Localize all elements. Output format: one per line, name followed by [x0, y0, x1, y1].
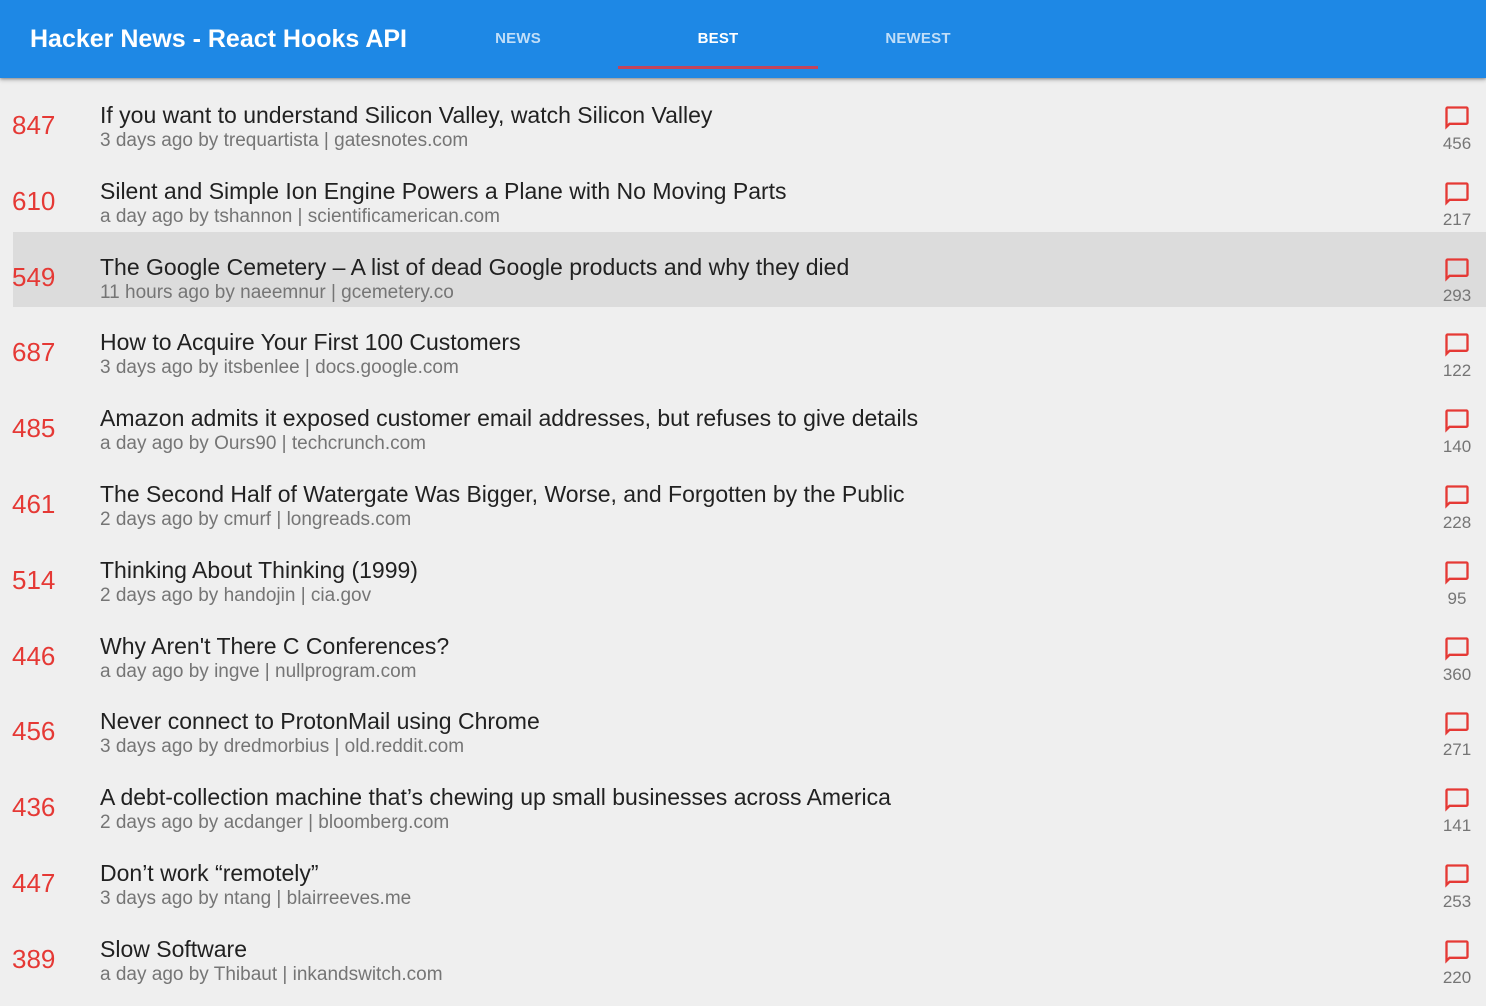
comment-count: 360	[1442, 664, 1472, 684]
comment-count: 220	[1442, 967, 1472, 987]
comments-button[interactable]: 141	[1432, 786, 1482, 836]
story-title-link[interactable]: If you want to understand Silicon Valley…	[100, 100, 712, 130]
story-meta: 2 days ago by acdanger | bloomberg.com	[100, 812, 450, 834]
story-list: 847 If you want to understand Silicon Val…	[0, 80, 1486, 990]
story-meta: 2 days ago by handojin | cia.gov	[100, 584, 372, 606]
comment-icon	[1445, 636, 1469, 661]
story-score: 456	[12, 716, 56, 747]
comment-icon	[1445, 257, 1469, 282]
story-meta: 3 days ago by ntang | blairreeves.me	[100, 887, 412, 909]
comments-button[interactable]: 293	[1432, 256, 1482, 306]
comment-count: 140	[1442, 437, 1472, 457]
story-row[interactable]: 514 Thinking About Thinking (1999) 2 days …	[0, 535, 1486, 611]
comments-button[interactable]: 271	[1432, 710, 1482, 760]
story-row[interactable]: 610 Silent and Simple Ion Engine Powers a…	[0, 156, 1486, 232]
story-row[interactable]: 447 Don’t work “remotely” 3 days ago by nt…	[0, 838, 1486, 914]
story-score: 461	[12, 488, 56, 519]
story-score: 485	[12, 413, 56, 444]
story-row[interactable]: 687 How to Acquire Your First 100 Custome…	[0, 307, 1486, 383]
comments-button[interactable]: 217	[1432, 180, 1482, 230]
comments-button[interactable]: 228	[1432, 483, 1482, 533]
story-score: 447	[12, 867, 56, 898]
tab-newest[interactable]: NEWEST	[818, 0, 1018, 78]
comments-button[interactable]: 253	[1432, 862, 1482, 912]
story-meta: 3 days ago by itsbenlee | docs.google.co…	[100, 357, 459, 379]
comment-count: 122	[1442, 361, 1472, 381]
story-score: 549	[12, 261, 56, 292]
comment-icon	[1445, 485, 1469, 509]
comment-icon	[1445, 864, 1469, 888]
story-title-link[interactable]: A debt-collection machine that’s chewing…	[100, 782, 891, 812]
story-meta: a day ago by ingve | nullprogram.com	[100, 660, 417, 682]
story-score: 687	[12, 337, 56, 368]
comment-icon	[1445, 333, 1469, 358]
comment-count: 293	[1442, 285, 1472, 305]
story-score: 610	[12, 185, 56, 216]
comments-button[interactable]: 140	[1432, 407, 1482, 457]
story-title-link[interactable]: Thinking About Thinking (1999)	[100, 555, 418, 585]
story-title-link[interactable]: How to Acquire Your First 100 Customers	[100, 327, 521, 357]
comment-count: 253	[1442, 891, 1472, 911]
comment-icon	[1445, 788, 1469, 812]
story-title-link[interactable]: Slow Software	[100, 934, 247, 964]
comment-icon	[1445, 182, 1469, 206]
story-row[interactable]: 461 The Second Half of Watergate Was Bigg…	[0, 459, 1486, 535]
comments-button[interactable]: 360	[1432, 635, 1482, 685]
app-bar: Hacker News - React Hooks API NEWS BEST …	[0, 0, 1486, 78]
tab-news[interactable]: NEWS	[418, 0, 618, 78]
story-title-link[interactable]: Don’t work “remotely”	[100, 858, 319, 888]
story-score: 446	[12, 640, 56, 671]
story-title-link[interactable]: The Google Cemetery – A list of dead Goo…	[100, 252, 849, 282]
story-row[interactable]: 549 The Google Cemetery – A list of dead …	[0, 231, 1486, 308]
comments-button[interactable]: 456	[1432, 104, 1482, 154]
active-tab-indicator	[618, 66, 818, 69]
comment-count: 95	[1447, 588, 1467, 608]
story-row[interactable]: 456 Never connect to ProtonMail using Chr…	[0, 686, 1486, 762]
story-row[interactable]: 485 Amazon admits it exposed customer ema…	[0, 383, 1486, 459]
comments-button[interactable]: 95	[1432, 559, 1482, 609]
comments-button[interactable]: 220	[1432, 938, 1482, 988]
story-meta: 11 hours ago by naeemnur | gcemetery.co	[100, 281, 454, 303]
comment-count: 141	[1442, 816, 1472, 836]
story-score: 389	[12, 943, 56, 974]
comment-icon	[1445, 940, 1469, 964]
story-title-link[interactable]: Never connect to ProtonMail using Chrome	[100, 706, 540, 736]
story-title-link[interactable]: Amazon admits it exposed customer email …	[100, 403, 918, 433]
story-row[interactable]: 389 Slow Software a day ago by Thibaut | i…	[0, 914, 1486, 990]
app-title: Hacker News - React Hooks API	[30, 25, 408, 53]
story-row[interactable]: 436 A debt-collection machine that’s chew…	[0, 762, 1486, 838]
story-score: 436	[12, 792, 56, 823]
comment-icon	[1445, 106, 1469, 130]
story-title-link[interactable]: Why Aren't There C Conferences?	[100, 631, 449, 661]
story-meta: a day ago by tshannon | scientificameric…	[100, 205, 500, 227]
story-meta: a day ago by Ours90 | techcrunch.com	[100, 433, 426, 455]
story-meta: a day ago by Thibaut | inkandswitch.com	[100, 963, 443, 985]
comment-icon	[1445, 561, 1469, 585]
comment-count: 271	[1442, 740, 1472, 760]
comment-icon	[1445, 409, 1469, 433]
comment-count: 456	[1442, 134, 1472, 153]
comment-count: 217	[1442, 209, 1472, 229]
comments-button[interactable]: 122	[1432, 331, 1482, 381]
comment-icon	[1445, 712, 1469, 737]
story-row[interactable]: 446 Why Aren't There C Conferences? a day …	[0, 611, 1486, 687]
story-meta: 2 days ago by cmurf | longreads.com	[100, 508, 412, 530]
story-score: 514	[12, 564, 56, 595]
story-meta: 3 days ago by trequartista | gatesnotes.…	[100, 130, 469, 151]
comment-count: 228	[1442, 512, 1472, 532]
story-title-link[interactable]: Silent and Simple Ion Engine Powers a Pl…	[100, 176, 787, 206]
story-row[interactable]: 847 If you want to understand Silicon Val…	[0, 80, 1486, 156]
story-score: 847	[12, 110, 56, 140]
story-title-link[interactable]: The Second Half of Watergate Was Bigger,…	[100, 479, 905, 509]
story-meta: 3 days ago by dredmorbius | old.reddit.c…	[100, 736, 465, 758]
